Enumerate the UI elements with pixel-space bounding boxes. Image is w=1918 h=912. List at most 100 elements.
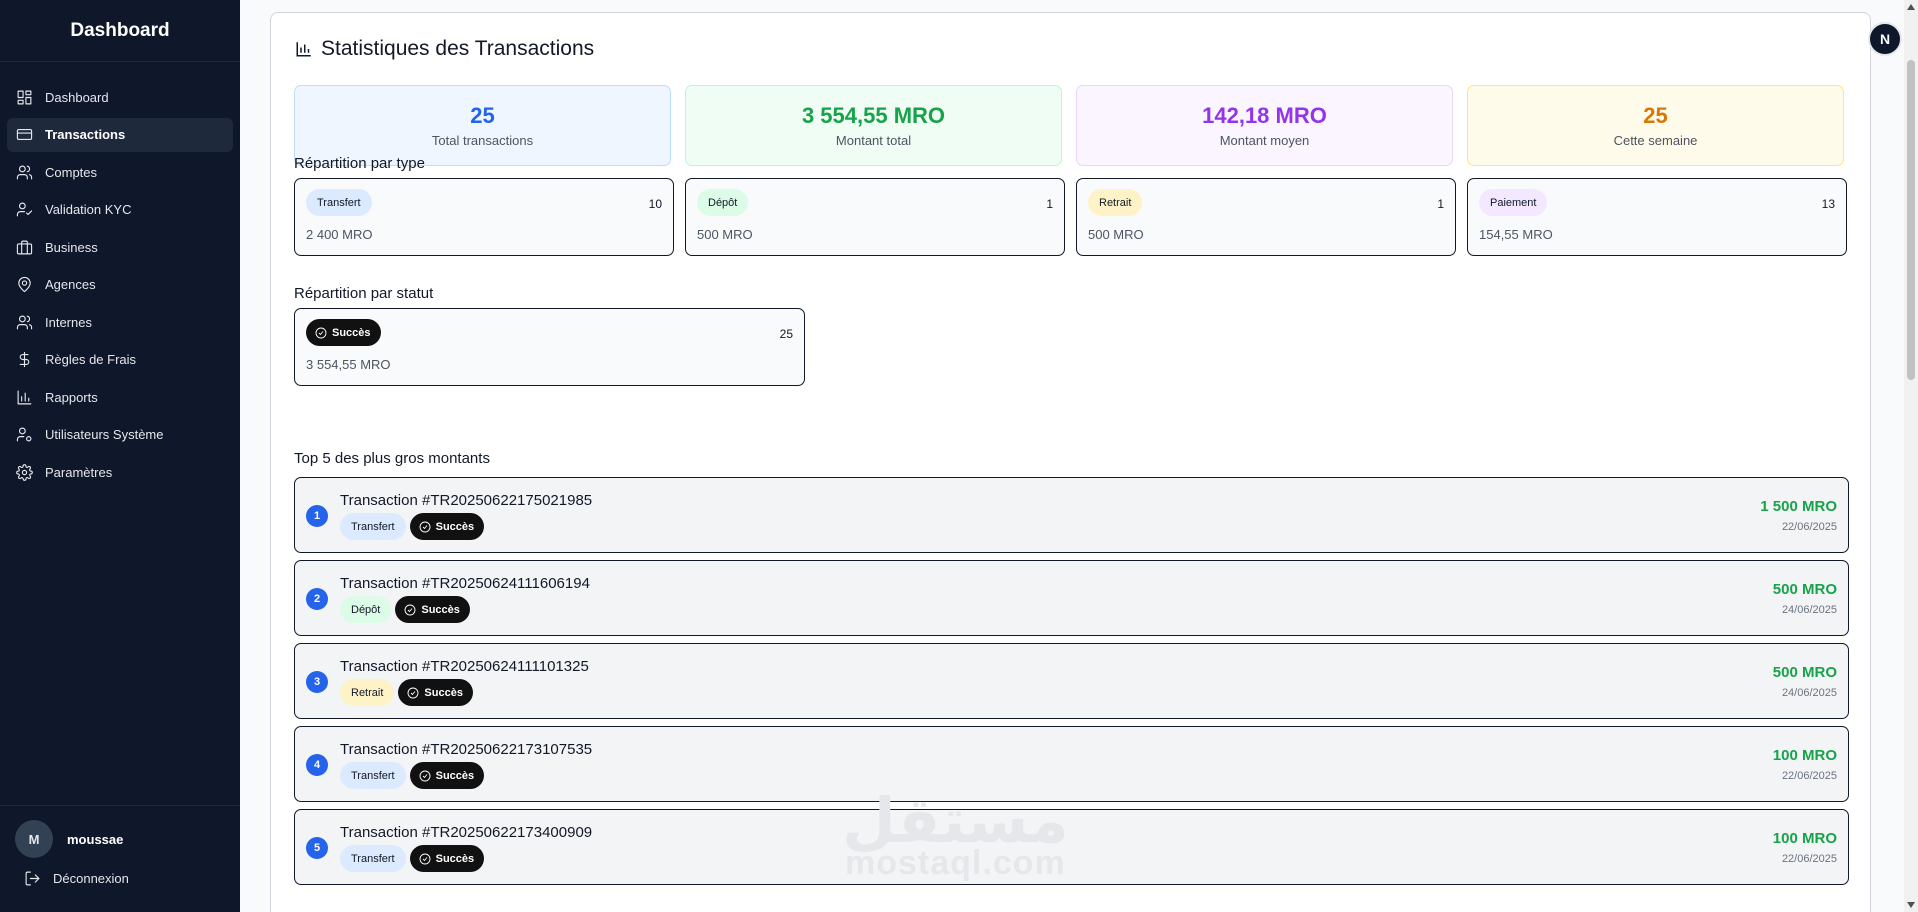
list-item[interactable]: 4 Transaction #TR20250622173107535 Trans… xyxy=(294,726,1849,802)
transaction-date: 22/06/2025 xyxy=(1781,521,1837,533)
transaction-amount: 100 MRO xyxy=(1772,830,1837,847)
rank-badge: 3 xyxy=(306,671,328,693)
sidebar-item-parametres[interactable]: Paramètres xyxy=(7,455,233,489)
type-badge: Paiement xyxy=(1479,189,1548,216)
type-count: 13 xyxy=(1821,197,1835,211)
type-badge: Transfert xyxy=(340,513,406,540)
rank-badge: 5 xyxy=(306,837,328,859)
sidebar-item-transactions[interactable]: Transactions xyxy=(7,117,233,152)
watermark-arabic: مستقل xyxy=(842,784,1069,857)
logout-button[interactable]: Déconnexion xyxy=(0,858,240,887)
watermark-latin: mostaql.com xyxy=(845,844,1066,882)
sidebar-item-agences[interactable]: Agences xyxy=(7,268,233,302)
transaction-amount: 500 MRO xyxy=(1772,664,1837,681)
dollar-icon xyxy=(15,351,33,369)
transaction-name: Transaction #TR20250622173107535 xyxy=(340,741,593,758)
user-profile[interactable]: M moussae xyxy=(0,806,240,858)
vertical-scrollbar[interactable] xyxy=(1904,0,1918,912)
stat-label: Total transactions xyxy=(431,133,534,148)
sidebar-item-business[interactable]: Business xyxy=(7,230,233,264)
transaction-date: 24/06/2025 xyxy=(1781,687,1837,699)
type-badge: Retrait xyxy=(1088,189,1143,216)
list-item[interactable]: 3 Transaction #TR20250624111101325 Retra… xyxy=(294,643,1849,719)
sidebar-item-label: Comptes xyxy=(45,164,98,180)
sidebar-item-label: Validation KYC xyxy=(45,202,132,217)
list-item[interactable]: 2 Transaction #TR20250624111606194 Dépôt… xyxy=(294,560,1849,636)
sidebar-item-utilisateurs-systeme[interactable]: Utilisateurs Système xyxy=(7,418,233,452)
status-badge: Succès xyxy=(398,679,473,706)
type-count: 1 xyxy=(1437,197,1444,211)
page-title-text: Statistiques des Transactions xyxy=(321,37,595,60)
briefcase-icon xyxy=(15,238,33,256)
type-card-depot: Dépôt 1 500 MRO xyxy=(685,178,1065,256)
scroll-down-arrow-icon[interactable] xyxy=(1907,902,1915,908)
credit-card-icon xyxy=(15,126,33,144)
stat-total-transactions: 25 Total transactions xyxy=(294,85,671,166)
stat-label: Montant moyen xyxy=(1219,133,1310,148)
rank-badge: 1 xyxy=(306,505,328,527)
type-amount: 2 400 MRO xyxy=(306,227,373,242)
sidebar-item-rapports[interactable]: Rapports xyxy=(7,380,233,414)
sidebar-item-internes[interactable]: Internes xyxy=(7,305,233,339)
sidebar-item-label: Rapports xyxy=(45,389,98,405)
top-transactions-list: 1 Transaction #TR20250622175021985 Trans… xyxy=(294,477,1849,892)
transaction-amount: 1 500 MRO xyxy=(1760,498,1837,515)
transaction-name: Transaction #TR20250624111606194 xyxy=(340,575,590,592)
status-badge: Succès xyxy=(395,596,470,623)
stat-this-week: 25 Cette semaine xyxy=(1467,85,1844,166)
list-item[interactable]: 1 Transaction #TR20250622175021985 Trans… xyxy=(294,477,1849,553)
sidebar-item-label: Agences xyxy=(45,277,96,292)
type-badge: Dépôt xyxy=(340,596,392,623)
map-pin-icon xyxy=(15,276,33,294)
transaction-name: Transaction #TR20250622175021985 xyxy=(340,492,593,509)
type-amount: 500 MRO xyxy=(697,227,753,242)
header-avatar[interactable]: N xyxy=(1868,22,1902,56)
sidebar-brand: Dashboard xyxy=(0,0,240,62)
status-card-succes: Succès 25 3 554,55 MRO xyxy=(294,308,805,386)
gear-icon xyxy=(15,463,33,481)
transaction-date: 22/06/2025 xyxy=(1781,853,1837,865)
page-title: Statistiques des Transactions xyxy=(295,37,594,61)
users-icon xyxy=(15,163,33,181)
sidebar-item-label: Internes xyxy=(45,314,92,330)
sidebar-item-label: Business xyxy=(45,239,98,255)
sidebar-item-dashboard[interactable]: Dashboard xyxy=(7,80,233,114)
status-badge: Succès xyxy=(409,845,485,872)
type-badge: Transfert xyxy=(340,845,406,872)
user-cog-icon xyxy=(15,426,33,444)
scrollbar-thumb[interactable] xyxy=(1907,60,1915,380)
type-badge: Transfert xyxy=(306,189,372,216)
status-count: 25 xyxy=(779,327,793,341)
transaction-amount: 500 MRO xyxy=(1772,581,1837,598)
sidebar-item-comptes[interactable]: Comptes xyxy=(7,155,233,189)
type-card-transfert: Transfert 10 2 400 MRO xyxy=(294,178,674,256)
sidebar-item-label: Dashboard xyxy=(45,89,109,105)
transaction-amount: 100 MRO xyxy=(1772,747,1837,764)
status-badge: Succès xyxy=(409,762,485,789)
stat-average-amount: 142,18 MRO Montant moyen xyxy=(1076,85,1453,166)
status-amount: 3 554,55 MRO xyxy=(306,357,391,372)
stats-summary: 25 Total transactions 3 554,55 MRO Monta… xyxy=(294,85,1844,166)
sidebar-item-label: Paramètres xyxy=(45,464,113,480)
sidebar-nav: Dashboard Transactions Comptes Validatio… xyxy=(0,62,240,489)
type-card-paiement: Paiement 13 154,55 MRO xyxy=(1467,178,1847,256)
dashboard-icon xyxy=(15,88,33,106)
section-title-top-5: Top 5 des plus gros montants xyxy=(294,450,490,467)
status-badge-label: Succès xyxy=(421,603,460,616)
bar-chart-icon xyxy=(15,388,33,406)
sidebar-item-regles-de-frais[interactable]: Règles de Frais xyxy=(7,343,233,377)
transaction-stats-card: Statistiques des Transactions 25 Total t… xyxy=(270,12,1871,912)
type-breakdown: Transfert 10 2 400 MRO Dépôt 1 500 MRO R… xyxy=(294,178,1847,256)
user-check-icon xyxy=(15,201,33,219)
check-circle-icon xyxy=(315,327,327,338)
status-badge-label: Succès xyxy=(435,769,475,782)
list-item[interactable]: 5 Transaction #TR20250622173400909 Trans… xyxy=(294,809,1849,885)
sidebar-item-validation-kyc[interactable]: Validation KYC xyxy=(7,193,233,227)
stat-label: Cette semaine xyxy=(1613,133,1698,148)
stat-value: 25 xyxy=(1643,103,1668,128)
status-badge: Succès xyxy=(306,319,381,346)
logout-label: Déconnexion xyxy=(53,871,129,886)
section-title-by-type: Répartition par type xyxy=(294,155,425,172)
check-circle-icon xyxy=(404,604,416,615)
scroll-up-arrow-icon[interactable] xyxy=(1907,4,1915,10)
